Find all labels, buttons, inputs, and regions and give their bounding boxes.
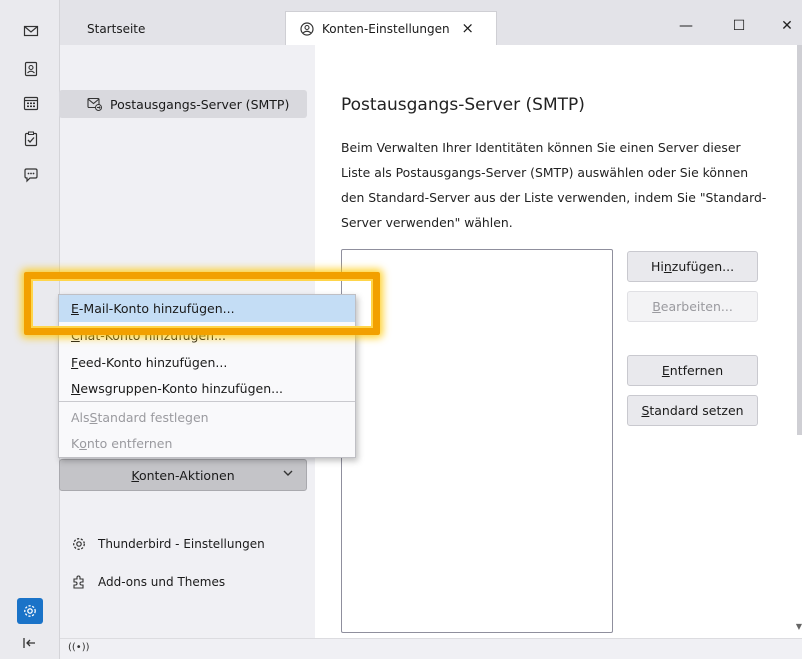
addons-themes-link[interactable]: Add-ons und Themes xyxy=(68,571,225,593)
menu-item-add-newsgroup-account[interactable]: Newsgruppen-Konto hinzufügen... xyxy=(59,375,355,402)
calendar-icon[interactable] xyxy=(20,92,42,114)
account-actions-button[interactable]: Konten-Aktionen xyxy=(59,459,307,491)
puzzle-icon xyxy=(68,574,90,590)
add-server-button[interactable]: Hi n zufügen... xyxy=(627,251,758,282)
account-tree-item-smtp[interactable]: Postausgangs-Server (SMTP) xyxy=(59,90,307,118)
gear-icon xyxy=(68,536,90,552)
account-actions-label: Konten-Aktionen xyxy=(131,467,235,483)
remove-server-button[interactable]: Entfernen xyxy=(627,355,758,386)
tab-konten-einstellungen[interactable]: Konten-Einstellungen × xyxy=(285,11,497,45)
page-title: Postausgangs-Server (SMTP) xyxy=(341,95,585,115)
account-tree-label: Postausgangs-Server (SMTP) xyxy=(110,96,290,112)
set-default-button[interactable]: Standard setzen xyxy=(627,395,758,426)
tab-close-icon[interactable]: × xyxy=(461,21,474,36)
tab-startseite[interactable]: Startseite xyxy=(60,12,285,45)
tab-label: Startseite xyxy=(87,21,146,36)
menu-item-set-default[interactable]: Als Standard festlegen xyxy=(59,404,355,431)
account-settings-icon xyxy=(300,21,314,36)
tab-label: Konten-Einstellungen xyxy=(322,21,450,36)
tab-bar: Startseite Konten-Einstellungen × — ☐ ✕ xyxy=(60,0,802,45)
tasks-icon[interactable] xyxy=(20,128,42,150)
close-window-button[interactable]: ✕ xyxy=(772,14,802,38)
chevron-down-icon xyxy=(282,467,294,482)
scroll-down-icon[interactable]: ▼ xyxy=(796,622,802,631)
scrollbar[interactable] xyxy=(797,45,802,435)
highlight-annotation xyxy=(24,272,380,335)
menu-item-remove-account[interactable]: Ko nto entfernen xyxy=(59,430,355,457)
thunderbird-settings-link[interactable]: Thunderbird - Einstellungen xyxy=(68,533,265,555)
status-bar: ((•)) xyxy=(60,638,802,659)
address-book-icon[interactable] xyxy=(20,58,42,80)
edit-server-button[interactable]: Bearbeiten... xyxy=(627,291,758,322)
menu-separator xyxy=(59,401,355,402)
mail-icon[interactable] xyxy=(20,20,42,42)
thunderbird-settings-label: Thunderbird - Einstellungen xyxy=(98,537,265,551)
chat-icon[interactable] xyxy=(20,164,42,186)
online-status-icon[interactable]: ((•)) xyxy=(68,642,90,653)
smtp-settings-panel: Postausgangs-Server (SMTP) Beim Verwalte… xyxy=(315,45,802,648)
minimize-button[interactable]: — xyxy=(671,14,701,38)
page-description: Beim Verwalten Ihrer Identitäten können … xyxy=(341,140,767,230)
smtp-server-list[interactable] xyxy=(341,249,613,633)
maximize-button[interactable]: ☐ xyxy=(724,14,754,38)
addons-themes-label: Add-ons und Themes xyxy=(98,575,226,589)
outgoing-server-icon xyxy=(87,97,102,111)
menu-item-add-feed-account[interactable]: Feed-Konto hinzufügen... xyxy=(59,349,355,376)
settings-gear-icon[interactable] xyxy=(17,598,43,624)
collapse-spaces-icon[interactable] xyxy=(21,634,39,652)
